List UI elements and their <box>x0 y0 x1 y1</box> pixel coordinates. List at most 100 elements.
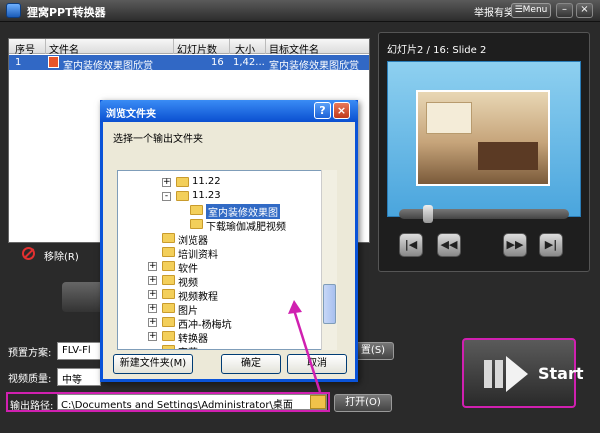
slider-thumb[interactable] <box>423 205 433 223</box>
quality-label: 视频质量: <box>8 374 52 385</box>
preview-panel: 幻灯片2 / 16: Slide 2 |◀ ◀◀ ▶▶ ▶| <box>378 32 590 272</box>
tree-item[interactable]: + 视频教程 <box>148 287 336 303</box>
open-button[interactable]: 打开(O) <box>334 394 392 412</box>
row-index: 1 <box>15 57 22 68</box>
scrollbar-thumb[interactable] <box>323 284 336 324</box>
tree-item[interactable]: 浏览器 <box>148 231 336 247</box>
tree-item[interactable]: + 视频 <box>148 273 336 289</box>
folder-icon <box>190 219 203 229</box>
add-file-button[interactable] <box>62 282 104 312</box>
tree-item[interactable]: - 11.23 <box>162 189 336 203</box>
tree-item[interactable]: 宇幕 <box>148 343 336 349</box>
folder-tree[interactable]: +11.22-11.23 室内装修效果图 下载瑜伽减肥视频 浏览器 培训资料 + 软件 + 视频… <box>117 170 337 350</box>
close-icon[interactable]: × <box>333 102 350 119</box>
folder-icon <box>162 247 175 257</box>
col-divider <box>173 39 174 54</box>
tree-item[interactable]: + 软件 <box>148 259 336 275</box>
col-size: 大小 <box>235 45 255 56</box>
output-path-input[interactable]: C:\Documents and Settings\Administrator\… <box>57 394 327 410</box>
col-slides: 幻灯片数 <box>177 45 217 56</box>
close-window-button[interactable]: × <box>576 3 593 18</box>
tree-item[interactable]: + 西冲-杨梅坑 <box>148 315 336 331</box>
title-bar: 狸窝PPT转换器 举报有奖 ☰Menu – × <box>0 0 600 22</box>
ppt-file-icon <box>48 56 59 68</box>
col-divider <box>229 39 230 54</box>
slide-preview <box>387 61 581 217</box>
report-link[interactable]: 举报有奖 <box>474 4 514 19</box>
help-icon[interactable]: ? <box>314 102 331 119</box>
remove-icon[interactable] <box>22 247 35 260</box>
row-slides: 16 <box>211 57 224 68</box>
tree-item[interactable]: 下载瑜伽减肥视频 <box>176 217 336 233</box>
folder-icon <box>190 205 203 215</box>
start-label: Start <box>538 364 584 383</box>
folder-icon <box>162 303 175 313</box>
menu-label: Menu <box>522 5 548 15</box>
first-slide-button[interactable]: |◀ <box>399 233 423 257</box>
next-slide-button[interactable]: ▶▶ <box>503 233 527 257</box>
tree-item[interactable]: + 图片 <box>148 301 336 317</box>
tree-scrollbar[interactable] <box>321 170 337 350</box>
slide-image <box>416 90 550 186</box>
col-divider <box>45 39 46 54</box>
tree-item[interactable]: 室内装修效果图 <box>176 203 336 219</box>
tree-item-label: 11.22 <box>192 176 221 187</box>
quality-value: 中等 <box>62 375 82 386</box>
table-header: 序号 文件名 幻灯片数 大小 目标文件名 <box>9 39 369 56</box>
last-slide-button[interactable]: ▶| <box>539 233 563 257</box>
tree-expander-icon[interactable]: + <box>148 276 157 285</box>
tree-item-label: 宇幕 <box>178 344 198 349</box>
tree-expander-icon[interactable]: - <box>162 192 171 201</box>
tree-item[interactable]: +11.22 <box>162 175 336 189</box>
preset-label: 预置方案: <box>8 348 52 359</box>
ok-button[interactable]: 确定 <box>221 354 281 374</box>
browse-folder-icon[interactable] <box>310 395 326 409</box>
preset-settings-button[interactable]: 置(S) <box>352 342 394 360</box>
row-size: 1,42... <box>233 57 265 68</box>
folder-icon <box>162 233 175 243</box>
folder-icon <box>176 191 189 201</box>
start-arrow-icon <box>484 356 528 392</box>
dialog-title: 浏览文件夹 <box>106 109 156 120</box>
row-target: 室内装修效果图欣赏 <box>269 61 359 72</box>
folder-icon <box>162 275 175 285</box>
minimize-button[interactable]: – <box>556 3 573 18</box>
tree-expander-icon[interactable]: + <box>148 262 157 271</box>
col-divider <box>265 39 266 54</box>
col-target: 目标文件名 <box>269 45 319 56</box>
start-button[interactable]: Start <box>462 338 584 408</box>
folder-icon <box>162 331 175 341</box>
tree-expander-icon[interactable]: + <box>148 332 157 341</box>
remove-button[interactable]: 移除(R) <box>44 248 79 263</box>
folder-icon <box>162 317 175 327</box>
slide-info: 幻灯片2 / 16: Slide 2 <box>387 45 487 56</box>
tree-item-label: 11.23 <box>192 190 221 201</box>
folder-icon <box>176 177 189 187</box>
tree-expander-icon[interactable]: + <box>148 304 157 313</box>
row-file-name: 室内装修效果图欣赏 <box>63 61 153 72</box>
cancel-button[interactable]: 取消 <box>287 354 347 374</box>
tree-expander-icon[interactable]: + <box>162 178 171 187</box>
folder-icon <box>162 261 175 271</box>
tree-expander-icon[interactable]: + <box>148 290 157 299</box>
col-file-name: 文件名 <box>49 45 79 56</box>
tree-item[interactable]: 培训资料 <box>148 245 336 261</box>
tree-item[interactable]: + 转换器 <box>148 329 336 345</box>
folder-icon <box>162 289 175 299</box>
new-folder-button[interactable]: 新建文件夹(M) <box>113 354 193 374</box>
dialog-prompt: 选择一个输出文件夹 <box>113 134 203 145</box>
table-row[interactable]: 1 室内装修效果图欣赏 16 1,42... 室内装修效果图欣赏 <box>9 55 369 72</box>
menu-icon: ☰ <box>514 5 523 15</box>
folder-icon <box>162 345 175 349</box>
dialog-title-bar: 浏览文件夹 ? × <box>100 100 358 122</box>
tree-expander-icon[interactable]: + <box>148 318 157 327</box>
app-icon <box>6 3 21 18</box>
col-index: 序号 <box>15 45 35 56</box>
quality-select[interactable]: 中等 <box>57 368 101 386</box>
browse-folder-dialog: 浏览文件夹 ? × 选择一个输出文件夹 +11.22 - 11.23 室内装修效果图下… <box>100 100 358 382</box>
previous-slide-button[interactable]: ◀◀ <box>437 233 461 257</box>
window-title: 狸窝PPT转换器 <box>27 6 106 19</box>
menu-button[interactable]: ☰Menu <box>511 3 551 18</box>
preset-value: FLV-Fl <box>62 345 91 356</box>
path-label: 输出路径: <box>10 401 54 412</box>
